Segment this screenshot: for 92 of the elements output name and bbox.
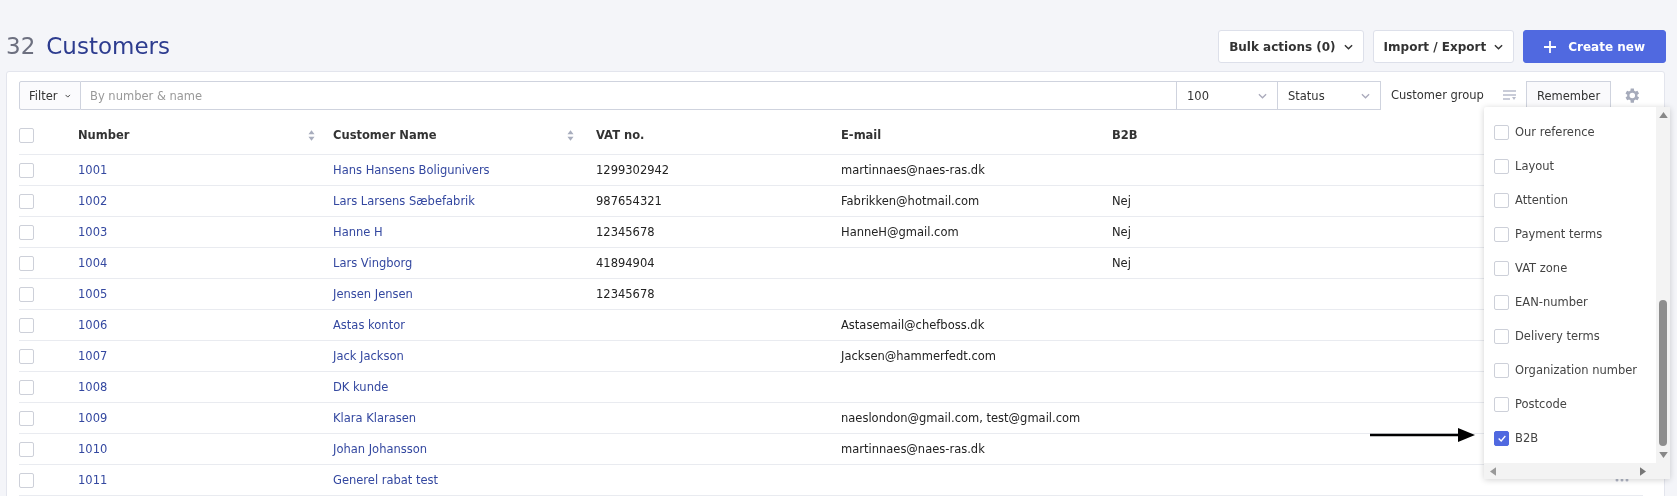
row-checkbox[interactable]: [19, 348, 34, 364]
column-header: E-mail: [841, 128, 882, 142]
customer-name-link[interactable]: Jack Jackson: [333, 349, 404, 363]
table-cell: martinnaes@naes-ras.dk: [841, 163, 985, 177]
customer-number-link[interactable]: 1008: [78, 380, 108, 394]
table-cell: HanneH@gmail.com: [841, 225, 959, 239]
customer-name-link[interactable]: DK kunde: [333, 380, 389, 394]
row-checkbox[interactable]: [19, 193, 34, 209]
page-title: Customers: [46, 32, 170, 59]
customer-name-link[interactable]: Lars Vingborg: [333, 256, 413, 270]
page-size-select[interactable]: 100: [1177, 81, 1278, 110]
table-cell: martinnaes@naes-ras.dk: [841, 442, 985, 456]
column-option[interactable]: Our reference: [1515, 125, 1595, 139]
customer-name-link[interactable]: Generel rabat test: [333, 473, 439, 487]
table-cell: Astasemail@chefboss.dk: [841, 318, 985, 332]
column-option[interactable]: Layout: [1515, 159, 1555, 173]
row-checkbox[interactable]: [19, 472, 34, 488]
scroll-thumb[interactable]: [1659, 300, 1667, 446]
customer-name-link[interactable]: Hanne H: [333, 225, 383, 239]
customer-number-link[interactable]: 1007: [78, 349, 108, 363]
row-checkbox[interactable]: [19, 162, 34, 178]
customer-number-link[interactable]: 1003: [78, 225, 108, 239]
status-select[interactable]: Status: [1278, 81, 1381, 110]
column-option[interactable]: Payment terms: [1515, 227, 1603, 241]
column-option[interactable]: EAN-number: [1515, 295, 1588, 309]
sort-icon[interactable]: [308, 129, 315, 141]
sort-icon[interactable]: [567, 129, 574, 141]
column-option[interactable]: Delivery terms: [1515, 329, 1600, 343]
column-header: VAT no.: [596, 128, 645, 142]
customer-name-link[interactable]: Hans Hansens Boligunivers: [333, 163, 490, 177]
column-option[interactable]: Organization number: [1515, 363, 1638, 377]
customer-name-link[interactable]: Astas kontor: [333, 318, 405, 332]
row-checkbox[interactable]: [19, 410, 34, 426]
plus-icon: [1544, 40, 1557, 53]
table-cell: 12345678: [596, 225, 655, 239]
customer-number-link[interactable]: 1005: [78, 287, 108, 301]
horizontal-scrollbar[interactable]: [1484, 463, 1670, 479]
column-option[interactable]: Attention: [1515, 193, 1569, 207]
customer-number-link[interactable]: 1006: [78, 318, 108, 332]
customer-count: 32: [6, 32, 36, 59]
chevron-down-icon: [1494, 43, 1504, 50]
column-option[interactable]: Postcode: [1515, 397, 1567, 411]
filter-list-icon: [1503, 90, 1517, 100]
column-header: Number: [78, 128, 130, 142]
arrow-icon: [1370, 428, 1475, 442]
row-checkbox[interactable]: [19, 317, 34, 333]
vertical-scrollbar[interactable]: [1656, 107, 1670, 463]
row-checkbox[interactable]: [19, 255, 34, 271]
table-cell: 1299302942: [596, 163, 670, 177]
dropdown-button[interactable]: Import / Export: [1372, 30, 1515, 63]
row-checkbox[interactable]: [19, 441, 34, 457]
scroll-down-icon[interactable]: [1658, 452, 1668, 458]
select-all-checkbox[interactable]: [19, 127, 34, 143]
table-cell: Nej: [1112, 194, 1131, 208]
table-cell: naeslondon@gmail.com, test@gmail.com: [841, 411, 1081, 425]
filter-button[interactable]: Filter: [19, 81, 81, 110]
customer-number-link[interactable]: 1010: [78, 442, 108, 456]
search-field[interactable]: By number & name: [81, 81, 1177, 110]
table-cell: Nej: [1112, 256, 1131, 270]
table-cell: 12345678: [596, 287, 655, 301]
row-checkbox[interactable]: [19, 286, 34, 302]
chevron-down-icon: [1361, 92, 1370, 99]
customer-number-link[interactable]: 1001: [78, 163, 108, 177]
create-button[interactable]: Create new: [1523, 30, 1666, 63]
customer-number-link[interactable]: 1004: [78, 256, 108, 270]
table-cell: 41894904: [596, 256, 655, 270]
column-header: B2B: [1112, 128, 1138, 142]
scroll-up-icon[interactable]: [1658, 112, 1668, 118]
table-cell: Nej: [1112, 225, 1131, 239]
customer-number-link[interactable]: 1009: [78, 411, 108, 425]
row-checkbox[interactable]: [19, 224, 34, 240]
scroll-right-icon[interactable]: [1640, 466, 1646, 476]
row-checkbox[interactable]: [19, 379, 34, 395]
column-option[interactable]: VAT zone: [1515, 261, 1568, 275]
chevron-down-icon: [1343, 43, 1353, 50]
column-checkbox[interactable]: [1494, 430, 1509, 446]
customer-number-link[interactable]: 1002: [78, 194, 108, 208]
customer-name-link[interactable]: Jensen Jensen: [333, 287, 413, 301]
customer-name-link[interactable]: Johan Johansson: [333, 442, 428, 456]
scroll-left-icon[interactable]: [1490, 466, 1496, 476]
chevron-down-icon: [65, 92, 71, 99]
column-header: Customer Name: [333, 128, 437, 142]
chevron-down-icon: [1258, 92, 1267, 99]
table-cell: 987654321: [596, 194, 662, 208]
dropdown-button[interactable]: Bulk actions (0): [1218, 30, 1364, 63]
table-cell: Fabrikken@hotmail.com: [841, 194, 980, 208]
customer-name-link[interactable]: Klara Klarasen: [333, 411, 417, 425]
column-option[interactable]: B2B: [1515, 431, 1539, 445]
checkmark-icon: [1496, 433, 1507, 443]
table-cell: Jacksen@hammerfedt.com: [841, 349, 996, 363]
customer-number-link[interactable]: 1011: [78, 473, 108, 487]
customer-name-link[interactable]: Lars Larsens Sæbefabrik: [333, 194, 475, 208]
